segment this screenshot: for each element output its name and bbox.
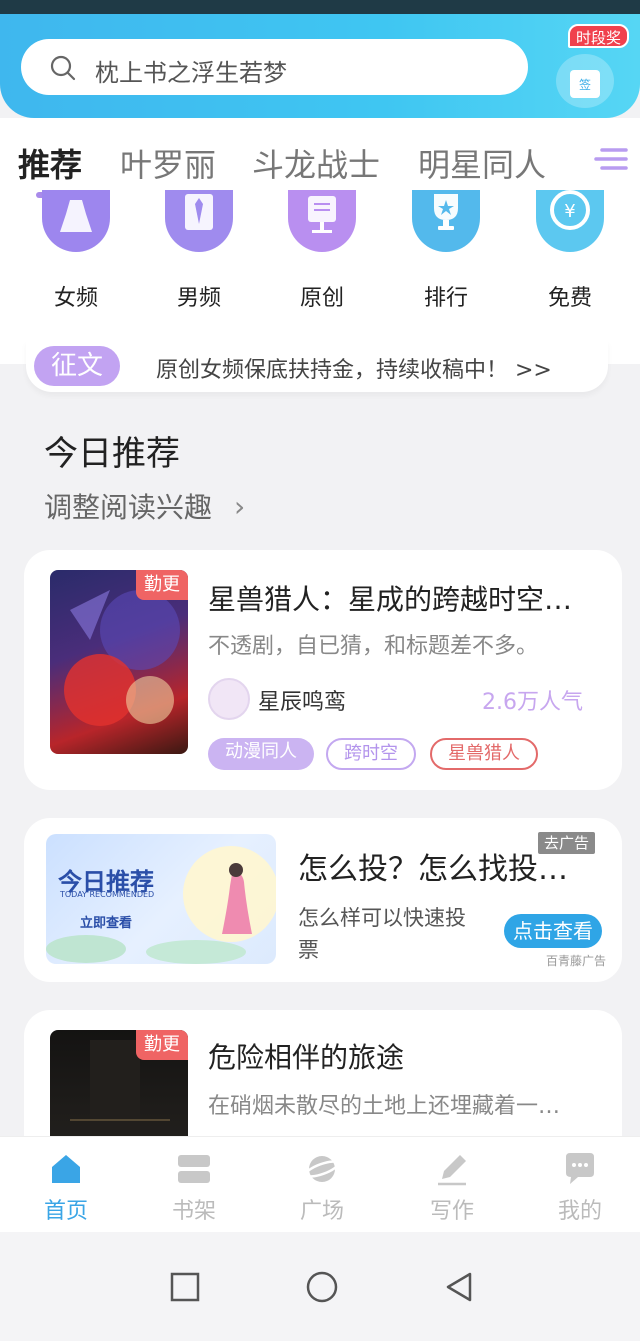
category-ranking[interactable]: 排行 (406, 190, 486, 318)
section-title: 今日推荐 (44, 434, 180, 474)
svg-text:¥: ¥ (564, 201, 575, 222)
tab-star-fanfic[interactable]: 明星同人 (418, 140, 546, 186)
nav-label: 首页 (43, 1199, 88, 1224)
ad-image[interactable]: 今日推荐 TODAY RECOMMENDED 立即查看 (46, 834, 276, 964)
tab-yeluoli[interactable]: 叶罗丽 (120, 140, 216, 186)
chat-bubble-icon (566, 1153, 594, 1184)
ad-view-button[interactable]: 点击查看 (504, 914, 602, 948)
menu-icon[interactable] (594, 144, 628, 174)
ad-image-button: 立即查看 (80, 916, 133, 931)
book-card[interactable]: 勤更 星兽猎人：星成的跨越时空… 不透剧，自已猜，和标题差不多。 星辰鸣鸾 2.… (24, 550, 622, 790)
book-stand-icon (288, 190, 356, 252)
tab-recommend[interactable]: 推荐 (18, 140, 82, 186)
adjust-interest-link[interactable]: 调整阅读兴趣 (44, 486, 212, 526)
status-bar (0, 0, 640, 14)
nav-label: 写作 (429, 1199, 474, 1224)
planet-icon (304, 1156, 340, 1182)
category-free[interactable]: ¥ 免费 (530, 190, 610, 318)
popularity-count: 2.6万人气 (482, 690, 583, 715)
notice-tag: 征文 (34, 346, 120, 386)
notice-banner[interactable]: 征文 原创女频保底扶持金，持续收稿中！ >> (26, 340, 608, 392)
coin-icon: ¥ (536, 190, 604, 252)
category-label: 女频 (53, 286, 98, 311)
back-icon[interactable] (442, 1270, 476, 1304)
nav-label: 书架 (171, 1199, 216, 1224)
nav-me[interactable]: 我的 (516, 1137, 640, 1233)
chevron-right-icon[interactable]: › (234, 490, 245, 523)
author-avatar[interactable] (208, 678, 250, 720)
book-tag[interactable]: 跨时空 (326, 738, 416, 770)
notice-text: 原创女频保底扶持金，持续收稿中！ >> (156, 358, 552, 383)
gift-badge: 时段奖 (568, 24, 630, 48)
nav-home[interactable]: 首页 (2, 1137, 130, 1233)
update-badge: 勤更 (136, 1030, 188, 1060)
bookshelf-icon (178, 1155, 210, 1183)
ad-card[interactable]: 今日推荐 TODAY RECOMMENDED 立即查看 怎么投？怎么找投… 怎么… (24, 818, 622, 982)
book-tag[interactable]: 动漫同人 (208, 738, 314, 770)
ad-source: 百青藤广告 (546, 954, 607, 968)
ad-image-subtitle: TODAY RECOMMENDED (60, 890, 155, 899)
category-label: 免费 (547, 286, 592, 311)
system-nav-bar (0, 1232, 640, 1341)
trophy-icon (412, 190, 480, 252)
book-cover[interactable]: 勤更 (50, 570, 188, 754)
category-original[interactable]: 原创 (282, 190, 362, 318)
book-description: 在硝烟未散尽的土地上还埋藏着一… (208, 1094, 561, 1119)
sign-in-gift-button[interactable]: 签 时段奖 (548, 24, 630, 108)
search-icon (50, 55, 76, 81)
remove-ad-button[interactable]: 去广告 (538, 832, 596, 854)
category-label: 原创 (299, 286, 344, 311)
search-input[interactable]: 枕上书之浮生若梦 (95, 53, 287, 88)
gift-icon: 签 (570, 70, 600, 98)
nav-bookshelf[interactable]: 书架 (130, 1137, 258, 1233)
book-title[interactable]: 星兽猎人：星成的跨越时空… (208, 578, 608, 618)
book-tag[interactable]: 星兽猎人 (430, 738, 538, 770)
search-bar[interactable]: 枕上书之浮生若梦 (21, 39, 528, 95)
nav-plaza[interactable]: 广场 (258, 1137, 386, 1233)
book-title[interactable]: 危险相伴的旅途 (208, 1036, 608, 1076)
bottom-nav: 首页 书架 广场 写作 我的 (0, 1136, 640, 1232)
author-name[interactable]: 星辰鸣鸾 (258, 684, 346, 716)
home-icon (52, 1155, 80, 1183)
nav-label: 广场 (299, 1199, 344, 1224)
ad-description: 怎么样可以快速投票 (298, 906, 466, 962)
nav-label: 我的 (557, 1199, 602, 1224)
update-badge: 勤更 (136, 570, 188, 600)
nav-write[interactable]: 写作 (388, 1137, 516, 1233)
recent-apps-icon[interactable] (168, 1270, 202, 1304)
category-label: 排行 (423, 286, 468, 311)
tab-bar: 推荐 叶罗丽 斗龙战士 明星同人 (0, 118, 640, 198)
book-description: 不透剧，自已猜，和标题差不多。 (208, 634, 539, 659)
category-male[interactable]: 男频 (159, 190, 239, 318)
dress-icon (42, 190, 110, 252)
category-label: 男频 (176, 286, 221, 311)
shirt-tie-icon (165, 190, 233, 252)
home-button-icon[interactable] (305, 1270, 339, 1304)
category-female[interactable]: 女频 (36, 190, 116, 318)
tab-doulong[interactable]: 斗龙战士 (252, 140, 380, 186)
pen-icon (438, 1155, 466, 1186)
